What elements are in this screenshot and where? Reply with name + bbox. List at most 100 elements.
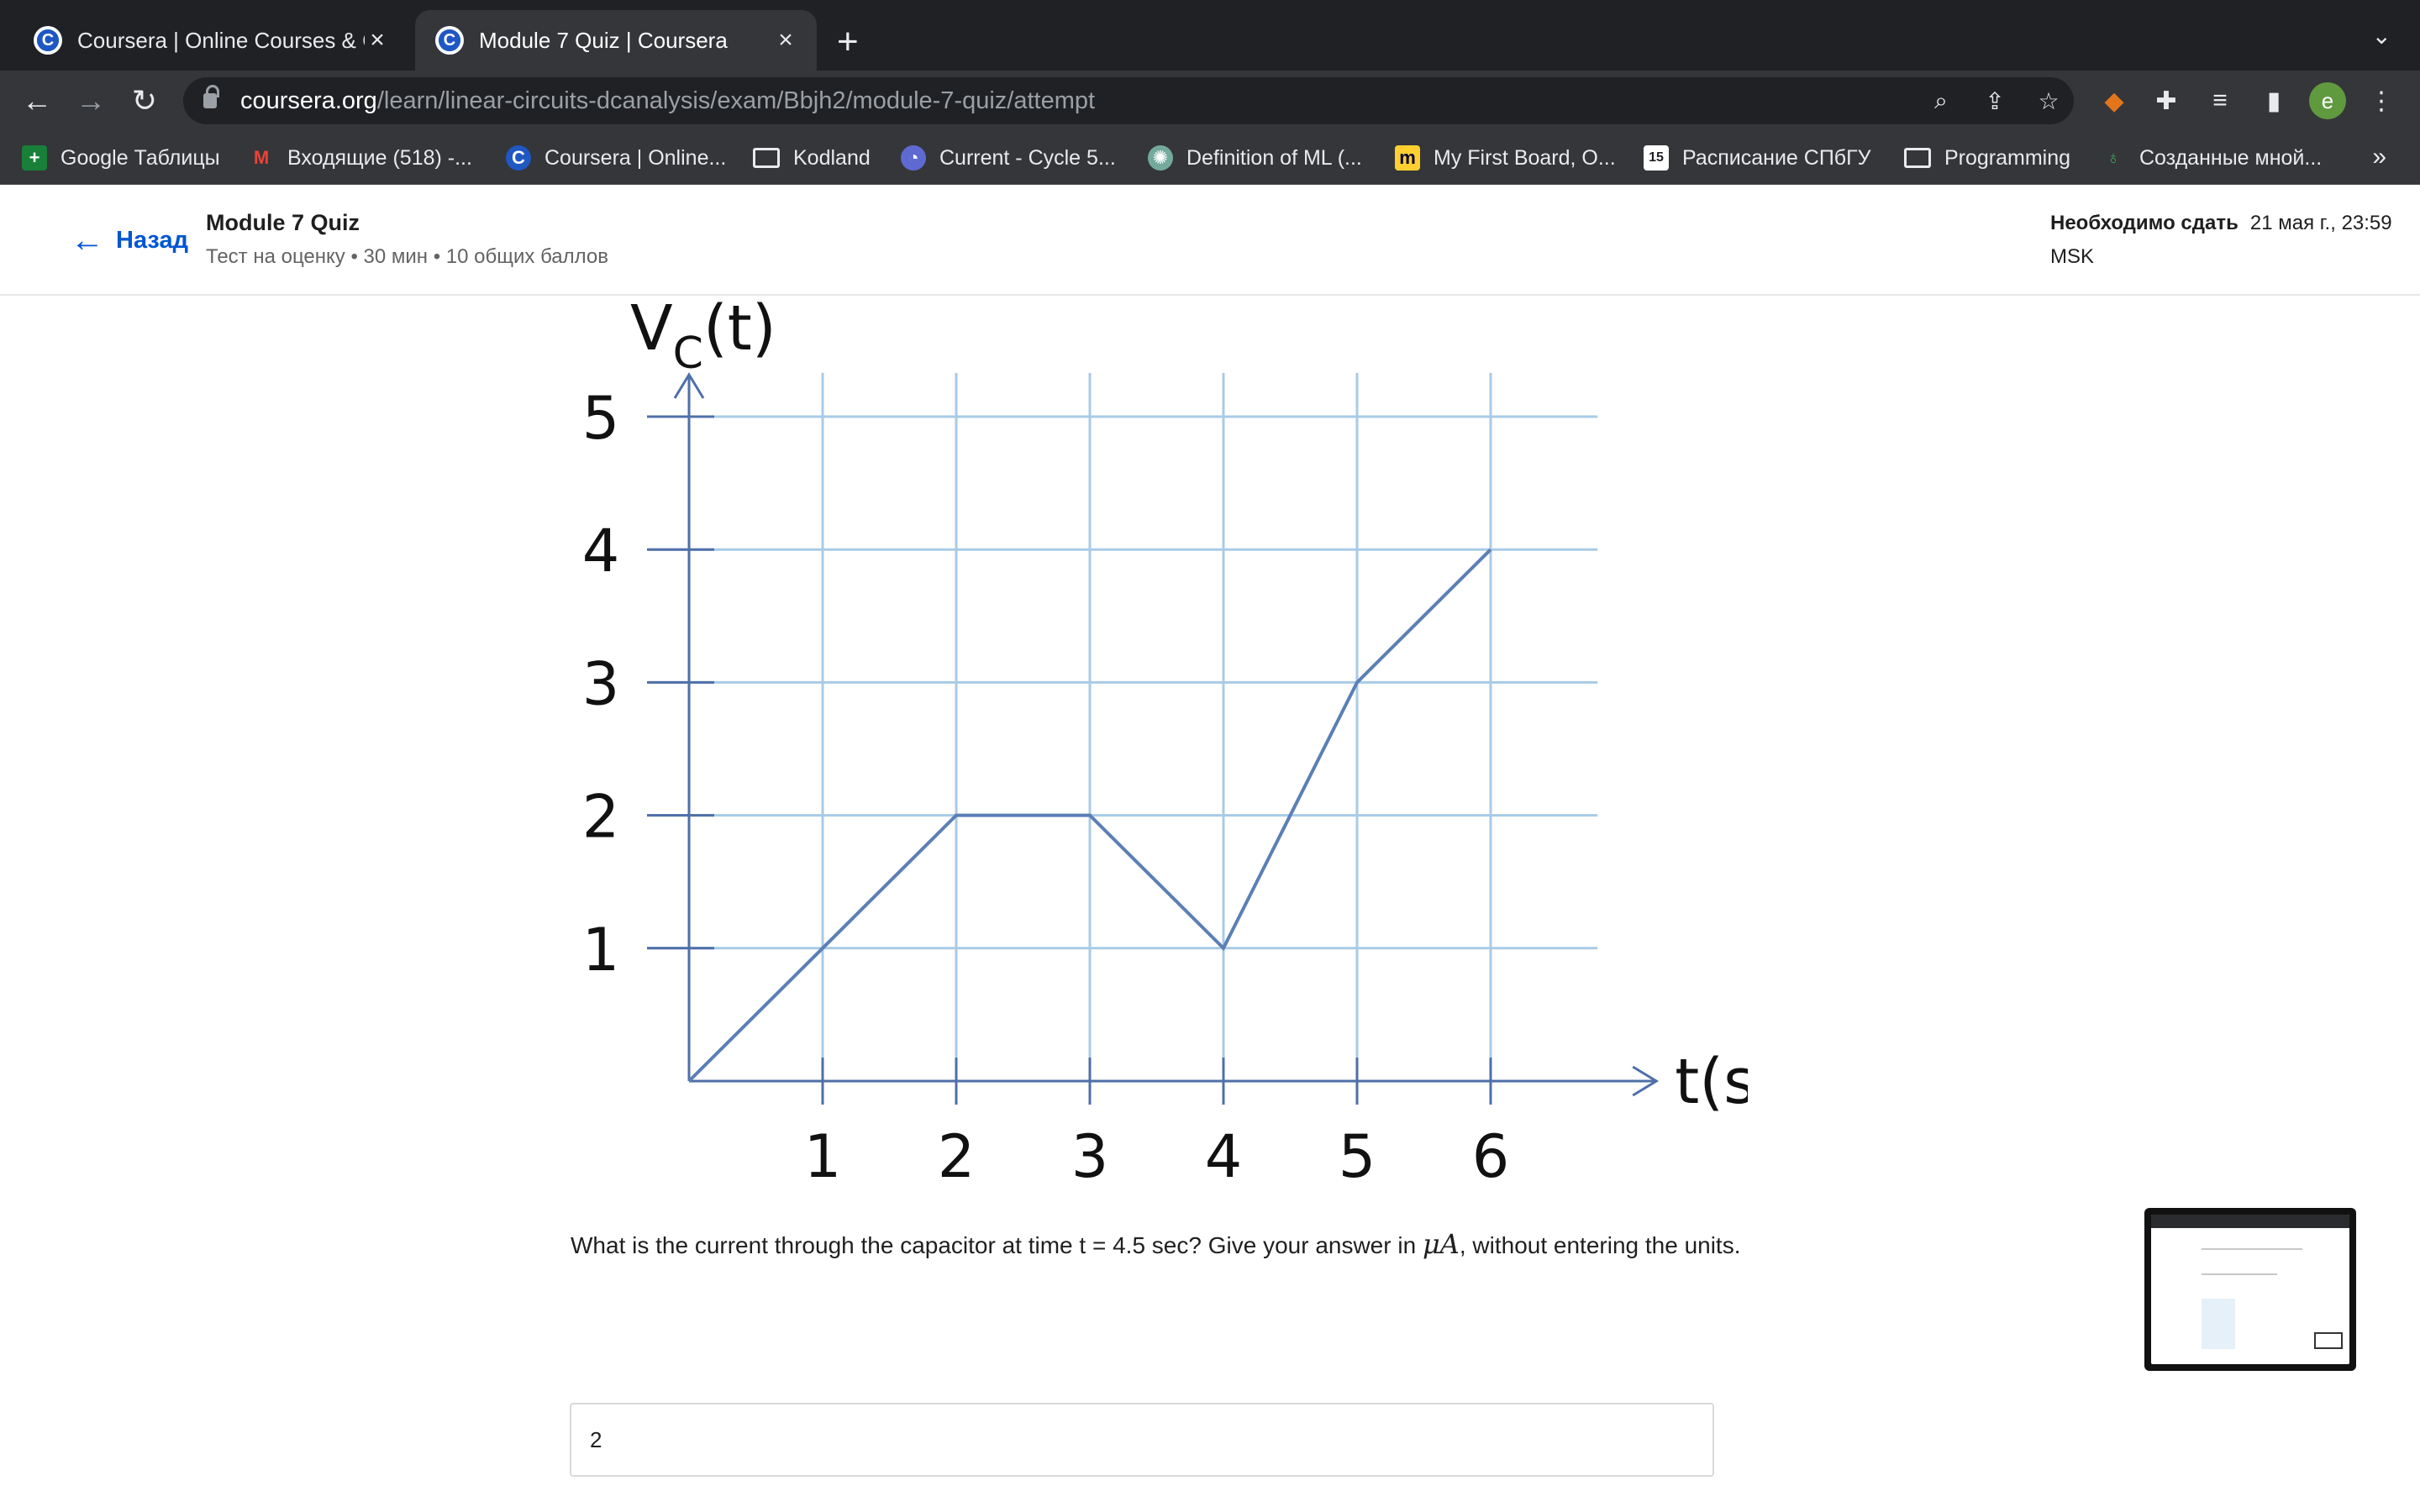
bookmark-label: Programming — [1944, 145, 2071, 170]
question-text: What is the current through the capacito… — [571, 1228, 1741, 1260]
quiz-header: ← Назад Module 7 Quiz Тест на оценку • 3… — [0, 185, 2420, 296]
x-tick-label: 5 — [1339, 1122, 1376, 1191]
question-unit-math: μA — [1422, 1228, 1460, 1260]
question-text-after: , without entering the units. — [1459, 1232, 1741, 1258]
coursera-icon: C — [435, 26, 464, 55]
media-queue-icon[interactable]: ≡ — [2202, 82, 2238, 119]
thumbnail-box-icon — [2314, 1332, 2343, 1349]
y-tick-label: 5 — [582, 384, 620, 453]
bookmark-google-sheets[interactable]: + Google Таблицы — [22, 141, 220, 175]
bookmark-gmail[interactable]: M Входящие (518) -... — [249, 141, 472, 175]
thumbnail-line — [2202, 1273, 2277, 1275]
y-tick-label: 2 — [582, 783, 620, 852]
answer-value: 2 — [590, 1426, 602, 1452]
miro-icon: m — [1395, 145, 1420, 171]
new-tab-button[interactable]: + — [837, 18, 859, 66]
bookmark-miro[interactable]: m My First Board, O... — [1395, 141, 1616, 175]
bookmark-label: My First Board, O... — [1434, 145, 1616, 170]
y-tick-label: 1 — [582, 916, 620, 984]
question-text-before: What is the current through the capacito… — [571, 1232, 1423, 1258]
bookmark-kodland[interactable]: Kodland — [753, 141, 871, 175]
linear-icon: ◔ — [901, 145, 926, 171]
y-tick-label: 4 — [582, 517, 620, 585]
tab-title: Module 7 Quiz | Coursera — [479, 27, 728, 53]
y-tick-label: 3 — [582, 649, 620, 718]
x-axis-label: t(s) — [1675, 1046, 1748, 1118]
bookmark-label: Kodland — [793, 145, 871, 170]
bookmark-label: Созданные мной... — [2139, 145, 2323, 170]
forward-arrow-icon[interactable]: → — [72, 82, 109, 119]
calendar-icon: 15 — [1644, 145, 1669, 171]
back-arrow-icon[interactable]: ← — [18, 82, 55, 119]
bookmark-label: Coursera | Online... — [544, 145, 727, 170]
x-tick-label: 3 — [1071, 1122, 1109, 1191]
bookmark-programming[interactable]: Programming — [1904, 141, 2070, 175]
url-path: /learn/linear-circuits-dcanalysis/exam/B… — [376, 87, 1096, 114]
share-icon[interactable]: ⇪ — [1980, 86, 2010, 116]
browser-toolbar: ← → ↻ coursera.org/learn/linear-circuits… — [0, 71, 2420, 131]
bookmark-label: Расписание СПбГУ — [1682, 145, 1871, 170]
y-axis-label-main: V — [630, 292, 673, 365]
x-tick-label: 4 — [1205, 1122, 1243, 1191]
due-label: Необходимо сдать — [2050, 212, 2238, 234]
voltage-graph: 1 2 3 4 5 1 2 3 4 5 6 VC(t) t(s) — [582, 292, 1748, 1191]
bookmark-star-icon[interactable]: ☆ — [2033, 86, 2064, 116]
gmail-icon: M — [253, 147, 270, 168]
arrow-left-icon: ← — [71, 222, 104, 259]
sheets-icon: + — [22, 145, 47, 171]
tab-title: Coursera | Online Courses & Cr — [77, 27, 365, 53]
due-timezone: MSK — [2050, 245, 2095, 268]
x-tick-label: 1 — [804, 1122, 842, 1191]
back-label: Назад — [116, 226, 188, 254]
bookmark-label: Входящие (518) -... — [287, 145, 472, 170]
zoom-icon[interactable]: ⌕ — [1926, 86, 1956, 116]
thumbnail-preview — [2151, 1215, 2349, 1364]
chart-grid — [647, 373, 1598, 1081]
chart-axes — [647, 372, 1660, 1105]
close-icon[interactable]: × — [365, 26, 390, 55]
bookmark-label: Google Таблицы — [60, 145, 220, 170]
bookmark-linear[interactable]: ◔ Current - Cycle 5... — [901, 141, 1116, 175]
bookmark-coursera[interactable]: C Coursera | Online... — [506, 141, 726, 175]
leaf-icon: ♁ — [2106, 147, 2121, 168]
bookmarks-overflow-button[interactable]: » — [2372, 143, 2386, 171]
profile-avatar[interactable]: e — [2309, 82, 2346, 119]
thumbnail-line — [2202, 1248, 2302, 1250]
y-axis-label: VC(t) — [630, 292, 776, 379]
tab-module-7-quiz[interactable]: C Module 7 Quiz | Coursera × — [415, 10, 817, 71]
thumbnail-browser-bar — [2151, 1215, 2349, 1228]
close-icon[interactable]: × — [773, 26, 798, 55]
bookmark-created-by-me[interactable]: ♁ Созданные мной... — [2101, 141, 2322, 175]
x-tick-label: 6 — [1472, 1122, 1510, 1191]
kebab-menu-icon[interactable]: ⋮ — [2363, 82, 2400, 119]
answer-input[interactable]: 2 — [570, 1403, 1714, 1477]
coursera-icon: C — [34, 26, 62, 55]
openai-icon: ✺ — [1148, 145, 1173, 171]
y-axis-label-tail: (t) — [703, 292, 776, 365]
side-panel-icon[interactable]: ▮ — [2255, 82, 2292, 119]
y-axis-label-subscript: C — [673, 328, 703, 379]
bookmark-definition-ml[interactable]: ✺ Definition of ML (... — [1148, 141, 1362, 175]
reload-icon[interactable]: ↻ — [126, 82, 163, 119]
folder-icon — [1904, 148, 1931, 168]
tab-coursera-home[interactable]: C Coursera | Online Courses & Cr × — [13, 10, 408, 71]
due-date: Необходимо сдать 21 мая г., 23:59 — [2050, 212, 2392, 235]
metamask-icon[interactable]: ◆ — [2096, 82, 2133, 119]
browser-tab-strip: C Coursera | Online Courses & Cr × C Mod… — [0, 0, 2420, 71]
thumbnail-graph — [2202, 1299, 2235, 1349]
lock-icon — [203, 85, 219, 108]
bookmark-spbu-schedule[interactable]: 15 Расписание СПбГУ — [1644, 141, 1871, 175]
address-bar[interactable]: coursera.org/learn/linear-circuits-dcana… — [183, 77, 2074, 124]
back-link[interactable]: ← Назад — [71, 223, 188, 257]
chart-labels: 1 2 3 4 5 1 2 3 4 5 6 VC(t) t(s) — [582, 292, 1748, 1191]
screen-capture-thumbnail[interactable] — [2144, 1208, 2356, 1371]
folder-icon — [753, 148, 780, 168]
due-date-value: 21 мая г., 23:59 — [2249, 212, 2392, 234]
bookmarks-bar: + Google Таблицы M Входящие (518) -... C… — [0, 131, 2420, 185]
quiz-meta: Тест на оценку • 30 мин • 10 общих балло… — [206, 245, 608, 268]
extensions-puzzle-icon[interactable]: ✚ — [2148, 82, 2185, 119]
coursera-icon: C — [506, 145, 531, 171]
bookmark-label: Current - Cycle 5... — [939, 145, 1116, 170]
bookmark-label: Definition of ML (... — [1186, 145, 1362, 170]
tab-search-chevron-icon[interactable]: ⌄ — [2372, 22, 2391, 50]
